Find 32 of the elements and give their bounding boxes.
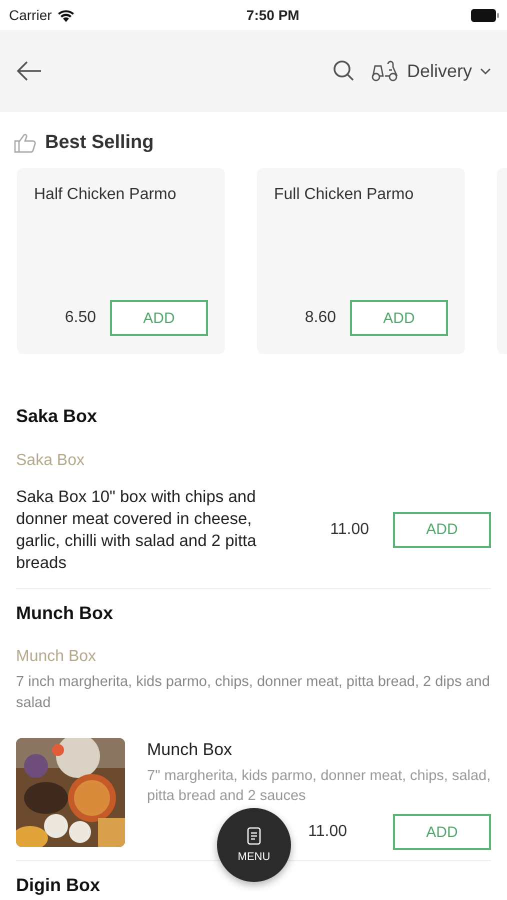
menu-button[interactable]: MENU bbox=[217, 808, 291, 882]
battery-icon bbox=[470, 8, 499, 22]
add-button[interactable]: ADD bbox=[110, 300, 208, 336]
item-price: 11.00 bbox=[330, 520, 369, 539]
category-description: 7 inch margherita, kids parmo, chips, donner meat, pitta bread, 2 dips and salad bbox=[16, 673, 491, 714]
product-name: Half Chicken Parmo bbox=[34, 186, 178, 204]
section-heading: Best Selling bbox=[45, 132, 154, 154]
item-name: Munch Box bbox=[147, 740, 234, 760]
product-price: 6.50 bbox=[64, 309, 96, 327]
search-button[interactable] bbox=[332, 60, 355, 82]
category-heading: Digin Box bbox=[16, 874, 101, 897]
add-button[interactable]: ADD bbox=[350, 300, 448, 336]
thumbs-up-icon bbox=[14, 133, 36, 153]
item-price: 11.00 bbox=[308, 823, 347, 842]
item-description: Saka Box 10" box with chips and donner meat covered in cheese, garlic, chilli with salad and 2 pitta breads bbox=[16, 486, 258, 574]
category-subtitle: Saka Box bbox=[16, 452, 86, 470]
delivery-dropdown[interactable]: Delivery bbox=[370, 60, 491, 82]
add-button[interactable]: ADD bbox=[393, 814, 491, 850]
category-subtitle: Munch Box bbox=[16, 648, 98, 666]
back-button[interactable] bbox=[16, 61, 42, 81]
scooter-icon bbox=[370, 60, 399, 82]
menu-icon bbox=[247, 827, 261, 845]
carrier-label: Carrier bbox=[9, 7, 52, 23]
chevron-icon bbox=[480, 68, 491, 74]
product-name: Full Chicken Parmo bbox=[274, 186, 415, 204]
category-heading: Munch Box bbox=[16, 602, 114, 624]
item-description: 7" margherita, kids parmo, donner meat, chips, salad, pitta bread and 2 sauces bbox=[147, 767, 491, 806]
wifi-icon bbox=[56, 8, 75, 22]
category-heading: Saka Box bbox=[16, 405, 98, 428]
status-time: 7:50 PM bbox=[246, 7, 300, 23]
product-price: 8.60 bbox=[304, 309, 336, 327]
add-button[interactable]: ADD bbox=[393, 512, 491, 548]
